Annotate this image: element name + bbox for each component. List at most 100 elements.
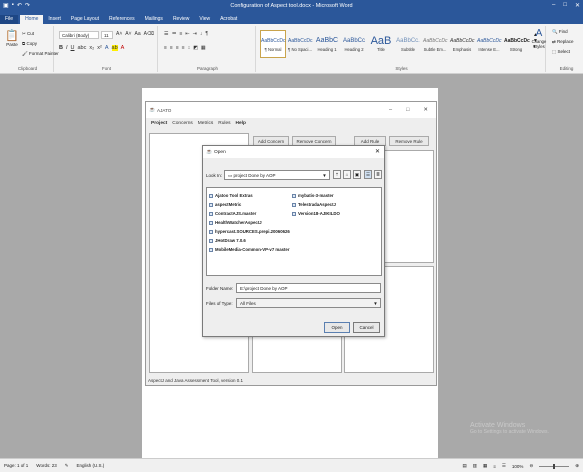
list-item[interactable]: TelestradaAspectJ: [292, 202, 336, 207]
word-count[interactable]: Words: 23: [36, 463, 56, 469]
list-view-icon[interactable]: ☰: [364, 170, 372, 179]
subscript-icon[interactable]: x₂: [89, 45, 94, 51]
strikethrough-icon[interactable]: abc: [78, 45, 87, 51]
multilevel-icon[interactable]: ≡: [179, 31, 182, 37]
list-item[interactable]: Version18-AJIKILDO: [292, 211, 340, 216]
maximize-icon[interactable]: □: [563, 2, 567, 9]
line-spacing-icon[interactable]: ↕: [188, 45, 191, 51]
style-subtitle[interactable]: AaBbCc. Subtitle: [395, 30, 421, 58]
style-emphasis[interactable]: AaBbCcDc Emphasis: [449, 30, 475, 58]
maximize-icon[interactable]: □: [406, 107, 409, 113]
open-button[interactable]: Open: [324, 322, 350, 333]
decrease-indent-icon[interactable]: ⇤: [185, 31, 189, 37]
list-item[interactable]: hypercast.SOURCES.prepi.20060626: [209, 229, 290, 234]
style-normal[interactable]: AaBbCcDc ¶ Normal: [260, 30, 286, 58]
list-item[interactable]: aspectMetric: [209, 202, 241, 207]
tab-references[interactable]: References: [104, 15, 140, 24]
language[interactable]: English (U.S.): [77, 463, 105, 469]
minimize-icon[interactable]: –: [389, 107, 392, 113]
zoom-level[interactable]: 100%: [512, 464, 524, 469]
draft-icon[interactable]: ☰: [502, 463, 506, 469]
home-icon[interactable]: ⌂: [343, 170, 351, 179]
close-icon[interactable]: ✕: [375, 148, 380, 155]
print-layout-icon[interactable]: ▤: [462, 463, 466, 469]
zoom-out-icon[interactable]: ⊖: [529, 463, 533, 469]
copy-button[interactable]: ⧉ Copy: [22, 41, 37, 46]
close-icon[interactable]: ✕: [423, 107, 428, 113]
replace-button[interactable]: ⇄ Replace: [552, 39, 574, 45]
justify-icon[interactable]: ≡: [182, 45, 185, 51]
new-folder-icon[interactable]: ▣: [353, 170, 361, 179]
outline-icon[interactable]: ≡: [493, 464, 496, 469]
menu-help[interactable]: Help: [236, 121, 246, 131]
list-item[interactable]: ContractAJS.master: [209, 211, 256, 216]
shrink-font-icon[interactable]: A˅: [125, 31, 131, 37]
remove-rule-button[interactable]: Remove Rule: [389, 136, 429, 146]
tab-file[interactable]: File: [0, 15, 19, 24]
full-screen-icon[interactable]: ▥: [473, 463, 477, 469]
superscript-icon[interactable]: x²: [97, 45, 102, 51]
font-color-icon[interactable]: A: [121, 45, 125, 51]
numbering-icon[interactable]: ≔: [171, 31, 176, 37]
tab-view[interactable]: View: [194, 15, 215, 24]
zoom-in-icon[interactable]: ⊕: [575, 463, 579, 469]
bullets-icon[interactable]: ☰: [164, 31, 168, 37]
find-button[interactable]: 🔍 Find: [552, 29, 568, 35]
clear-format-icon[interactable]: A⌫: [144, 31, 154, 37]
minimize-icon[interactable]: –: [552, 2, 555, 9]
align-right-icon[interactable]: ≡: [176, 45, 179, 51]
tab-insert[interactable]: Insert: [43, 15, 66, 24]
menu-metrics[interactable]: Metrics: [198, 121, 213, 131]
menu-project[interactable]: Project: [151, 121, 167, 131]
list-item[interactable]: MobileMedia-Common-VP-v7 master: [209, 247, 290, 252]
font-name-select[interactable]: Calibri (Body): [59, 31, 99, 39]
paste-button[interactable]: 📋 Paste: [5, 29, 19, 47]
menu-rules[interactable]: Rules: [218, 121, 230, 131]
borders-icon[interactable]: ▦: [201, 45, 206, 51]
tab-mailings[interactable]: Mailings: [140, 15, 168, 24]
style-heading-2[interactable]: AaBbCc Heading 2: [341, 30, 367, 58]
underline-icon[interactable]: U: [71, 45, 75, 51]
change-case-icon[interactable]: Aa: [135, 31, 141, 37]
list-item[interactable]: HealthWatcherAspectJ: [209, 220, 262, 225]
close-icon[interactable]: ✕: [575, 2, 580, 9]
up-one-level-icon[interactable]: ⇡: [333, 170, 341, 179]
cancel-button[interactable]: Cancel: [353, 322, 380, 333]
pilcrow-icon[interactable]: ¶: [205, 31, 208, 37]
proofing-icon[interactable]: ✎: [65, 463, 69, 469]
folder-name-field[interactable]: E:\project Done by AOP: [236, 283, 381, 293]
highlight-icon[interactable]: ab: [111, 45, 118, 51]
style-subtle-emphasis[interactable]: AaBbCcDc Subtle Em...: [422, 30, 448, 58]
increase-indent-icon[interactable]: ⇥: [193, 31, 197, 37]
sort-icon[interactable]: ↓: [200, 31, 203, 37]
align-left-icon[interactable]: ≡: [164, 45, 167, 51]
style-strong[interactable]: AaBbCcDc Strong: [503, 30, 530, 58]
style-title[interactable]: AaB Title: [368, 30, 394, 58]
tab-home[interactable]: Home: [20, 15, 44, 24]
align-center-icon[interactable]: ≡: [170, 45, 173, 51]
shading-icon[interactable]: ◩: [193, 45, 198, 51]
bold-icon[interactable]: B: [59, 45, 63, 51]
font-size-select[interactable]: 11: [101, 31, 113, 39]
tab-page-layout[interactable]: Page Layout: [66, 15, 104, 24]
tab-review[interactable]: Review: [168, 15, 194, 24]
format-painter-button[interactable]: 🖌 Format Painter: [22, 51, 59, 57]
list-item[interactable]: Ajatoo Tool Extras: [209, 193, 253, 198]
zoom-slider[interactable]: [539, 463, 570, 469]
files-of-type-select[interactable]: All Files ▼: [236, 298, 381, 308]
web-layout-icon[interactable]: ▦: [483, 463, 487, 469]
change-styles-button[interactable]: A Change Styles: [529, 28, 549, 49]
grow-font-icon[interactable]: A˄: [116, 31, 122, 37]
style-no-spacing[interactable]: AaBbCcDc ¶ No Spaci...: [287, 30, 313, 58]
tab-acrobat[interactable]: Acrobat: [215, 15, 242, 24]
menu-concerns[interactable]: Concerns: [172, 121, 193, 131]
style-intense-emphasis[interactable]: AaBbCcDc Intense E...: [476, 30, 502, 58]
list-item[interactable]: mybatis-3-master: [292, 193, 334, 198]
details-view-icon[interactable]: ≣: [374, 170, 382, 179]
italic-icon[interactable]: I: [66, 45, 68, 51]
style-heading-1[interactable]: AaBbC Heading 1: [314, 30, 340, 58]
select-button[interactable]: ⬚ Select: [552, 49, 570, 55]
text-effects-icon[interactable]: A: [105, 45, 109, 51]
page-count[interactable]: Page: 1 of 1: [4, 463, 28, 469]
list-item[interactable]: JHotDraw 7.0.6: [209, 238, 246, 243]
